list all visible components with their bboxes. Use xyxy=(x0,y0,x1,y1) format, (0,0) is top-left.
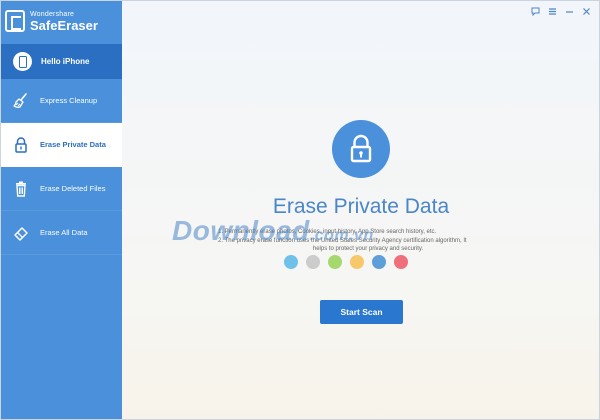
page-title: Erase Private Data xyxy=(272,195,450,218)
product-name: SafeEraser xyxy=(30,17,98,33)
sidebar-item-express-cleanup[interactable]: Express Cleanup xyxy=(1,79,122,123)
description-line: 2. The privacy erase function uses the U… xyxy=(218,237,467,244)
lock-icon xyxy=(12,136,30,154)
sidebar: Wondershare SafeEraser Hello iPhone Expr… xyxy=(1,1,122,419)
feature-description: 1. Permanently erase photos, Cookies, in… xyxy=(218,228,518,254)
window-controls xyxy=(531,7,591,16)
start-scan-button[interactable]: Start Scan xyxy=(320,300,403,324)
phone-icon xyxy=(13,52,32,71)
brand-name: Wondershare xyxy=(30,10,75,18)
close-icon[interactable] xyxy=(582,7,591,16)
device-header: Hello iPhone xyxy=(1,44,122,79)
feedback-icon[interactable] xyxy=(531,7,540,16)
progress-dot xyxy=(328,255,342,269)
sidebar-item-label: Express Cleanup xyxy=(40,96,98,105)
app-window: Wondershare SafeEraser Hello iPhone Expr… xyxy=(0,0,600,420)
progress-dot xyxy=(394,255,408,269)
sidebar-item-label: Erase All Data xyxy=(40,228,88,237)
sidebar-item-label: Erase Private Data xyxy=(40,140,106,149)
description-line: helps to protect your privacy and securi… xyxy=(312,246,424,252)
broom-icon xyxy=(12,92,30,110)
sidebar-item-label: Erase Deleted Files xyxy=(40,184,106,193)
description-line: 1. Permanently erase photos, Cookies, in… xyxy=(218,229,437,235)
main-panel: Erase Private Data 1. Permanently erase … xyxy=(122,1,599,419)
minimize-icon[interactable] xyxy=(565,7,574,16)
menu-icon[interactable] xyxy=(548,7,557,16)
trash-icon xyxy=(12,180,30,198)
progress-dot xyxy=(350,255,364,269)
device-name: Hello iPhone xyxy=(41,57,90,66)
sidebar-item-erase-all-data[interactable]: Erase All Data xyxy=(1,211,122,255)
progress-dots xyxy=(284,255,408,269)
logo-icon xyxy=(5,10,25,32)
lock-icon xyxy=(332,120,390,178)
progress-dot xyxy=(306,255,320,269)
sidebar-item-erase-deleted-files[interactable]: Erase Deleted Files xyxy=(1,167,122,211)
progress-dot xyxy=(284,255,298,269)
progress-dot xyxy=(372,255,386,269)
sidebar-item-erase-private-data[interactable]: Erase Private Data xyxy=(1,123,122,167)
app-logo: Wondershare SafeEraser xyxy=(5,7,98,35)
eraser-icon xyxy=(12,224,30,242)
